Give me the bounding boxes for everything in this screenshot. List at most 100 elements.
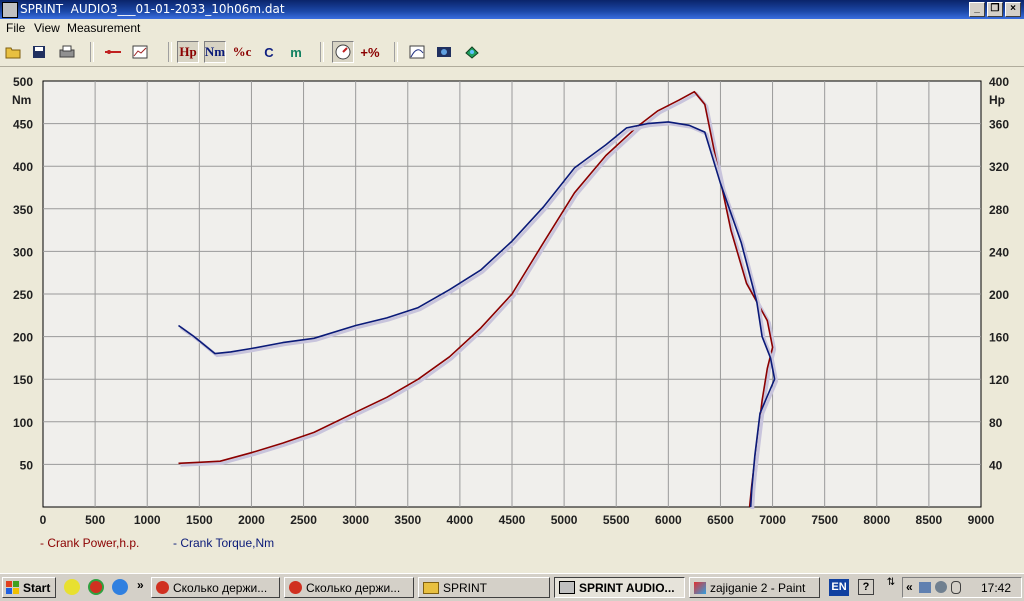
x-tick-label: 4000 xyxy=(447,513,474,527)
volume-icon[interactable] xyxy=(935,581,947,593)
y-left-tick-label: 200 xyxy=(13,331,33,345)
x-tick-label: 2500 xyxy=(290,513,317,527)
y-left-tick-label: 100 xyxy=(13,416,33,430)
x-tick-label: 9000 xyxy=(968,513,995,527)
x-tick-label: 500 xyxy=(85,513,105,527)
x-tick-label: 1500 xyxy=(186,513,213,527)
y-right-tick-label: 200 xyxy=(989,288,1009,302)
task-label: Сколько держи... xyxy=(306,580,401,595)
start-button[interactable]: Start xyxy=(2,577,56,598)
x-tick-label: 5500 xyxy=(603,513,630,527)
nm-toggle-button[interactable]: Nm xyxy=(204,41,226,63)
restore-button[interactable]: ❐ xyxy=(987,2,1003,17)
open-folder-icon[interactable] xyxy=(2,41,24,63)
y-left-tick-label: 350 xyxy=(13,203,33,217)
close-button[interactable]: × xyxy=(1005,2,1021,17)
taskbar: Start » Сколько держи... Сколько держи..… xyxy=(0,573,1024,601)
x-tick-label: 6500 xyxy=(707,513,734,527)
plus-percent-button[interactable]: +% xyxy=(359,41,381,63)
m-button[interactable]: m xyxy=(285,41,307,63)
curve-compare-icon[interactable] xyxy=(102,41,124,63)
y-right-tick-label: 160 xyxy=(989,331,1009,345)
menu-file[interactable]: File xyxy=(6,21,25,35)
x-tick-label: 3500 xyxy=(394,513,421,527)
y-right-tick-label: 360 xyxy=(989,118,1009,132)
folder-icon xyxy=(423,581,439,594)
start-label: Start xyxy=(23,580,51,595)
x-tick-label: 1000 xyxy=(134,513,161,527)
task-label: SPRINT xyxy=(443,580,488,595)
usb-device-icon[interactable] xyxy=(951,581,961,594)
x-tick-label: 7000 xyxy=(759,513,786,527)
dyno-graph-icon[interactable] xyxy=(406,41,428,63)
paint-icon xyxy=(694,581,706,594)
clock: 17:42 xyxy=(981,581,1012,595)
y-left-tick-label: 500 xyxy=(13,75,33,89)
y-left-tick-label: 50 xyxy=(20,458,34,472)
export-icon[interactable] xyxy=(461,41,483,63)
y-right-tick-label: 80 xyxy=(989,416,1003,430)
print-icon[interactable] xyxy=(56,41,78,63)
help-icon[interactable]: ? xyxy=(858,579,874,595)
task-label: SPRINT AUDIO... xyxy=(579,580,675,595)
hp-toggle-button[interactable]: Hp xyxy=(177,41,199,63)
app-icon[interactable] xyxy=(2,2,18,18)
quicklaunch-overflow-icon[interactable]: » xyxy=(137,578,144,592)
x-tick-label: 0 xyxy=(40,513,47,527)
y-left-tick-label: 250 xyxy=(13,288,33,302)
toolbar-separator xyxy=(168,42,172,62)
task-button-sprint-folder[interactable]: SPRINT xyxy=(418,577,550,598)
task-button-chrome-2[interactable]: Сколько держи... xyxy=(284,577,414,598)
chrome-icon xyxy=(156,581,169,594)
x-tick-label: 3000 xyxy=(342,513,369,527)
menu-measurement[interactable]: Measurement xyxy=(67,21,140,35)
save-icon[interactable] xyxy=(28,41,50,63)
tray-expand-icon[interactable]: « xyxy=(906,580,913,594)
y-right-tick-label: 320 xyxy=(989,160,1009,174)
task-button-sprint-audio[interactable]: SPRINT AUDIO... xyxy=(554,577,685,598)
percent-button[interactable]: %c xyxy=(231,41,253,63)
system-tray: « 17:42 xyxy=(902,577,1022,598)
window-title: SPRINT AUDIO3___01-01-2033_10h06m.dat xyxy=(20,2,285,16)
x-tick-label: 2000 xyxy=(238,513,265,527)
x-tick-label: 7500 xyxy=(811,513,838,527)
language-indicator[interactable]: EN xyxy=(829,579,849,596)
y-left-tick-label: 150 xyxy=(13,373,33,387)
y-left-unit-label: Nm xyxy=(12,93,31,107)
toolbar-separator xyxy=(90,42,94,62)
dyno-chart: 0 500 1000 1500 2000 2500 3000 3500 4000 4500 5000… xyxy=(12,75,1009,527)
chart-view-icon[interactable] xyxy=(129,41,151,63)
minimize-button[interactable]: _ xyxy=(969,2,985,17)
film-icon[interactable] xyxy=(433,41,455,63)
ebay-icon[interactable] xyxy=(64,579,80,595)
y-right-tick-label: 40 xyxy=(989,458,1003,472)
x-tick-label: 5000 xyxy=(551,513,578,527)
y-right-tick-label: 240 xyxy=(989,245,1009,259)
internet-explorer-icon[interactable] xyxy=(112,579,128,595)
menu-bar: File View Measurement xyxy=(0,19,1024,38)
task-button-paint[interactable]: zajiganie 2 - Paint xyxy=(689,577,820,598)
chrome-icon[interactable] xyxy=(88,579,104,595)
y-right-tick-label: 400 xyxy=(989,75,1009,89)
toolbar-separator xyxy=(394,42,398,62)
restore-windows-icon[interactable]: ⇅ xyxy=(884,577,898,597)
x-tick-label: 4500 xyxy=(499,513,526,527)
dyno-chart-area: 0 500 1000 1500 2000 2500 3000 3500 4000 4500 5000… xyxy=(0,67,1024,573)
y-left-tick-label: 300 xyxy=(13,245,33,259)
gauge-icon[interactable] xyxy=(332,41,354,63)
app-icon xyxy=(559,581,575,594)
title-bar: SPRINT AUDIO3___01-01-2033_10h06m.dat _ … xyxy=(0,0,1024,19)
toolbar: Hp Nm %c C m +% xyxy=(0,38,1024,67)
network-icon[interactable] xyxy=(919,582,931,593)
y-left-tick-label: 400 xyxy=(13,160,33,174)
c-button[interactable]: C xyxy=(258,41,280,63)
task-label: Сколько держи... xyxy=(173,580,268,595)
menu-view[interactable]: View xyxy=(34,21,60,35)
task-button-chrome-1[interactable]: Сколько держи... xyxy=(151,577,280,598)
legend-crank-power: - Crank Power,h.p. xyxy=(40,536,140,550)
task-label: zajiganie 2 - Paint xyxy=(710,580,806,595)
legend-crank-torque: - Crank Torque,Nm xyxy=(173,536,275,550)
windows-logo-icon xyxy=(6,580,19,594)
x-tick-label: 8500 xyxy=(916,513,943,527)
y-right-unit-label: Hp xyxy=(989,93,1005,107)
